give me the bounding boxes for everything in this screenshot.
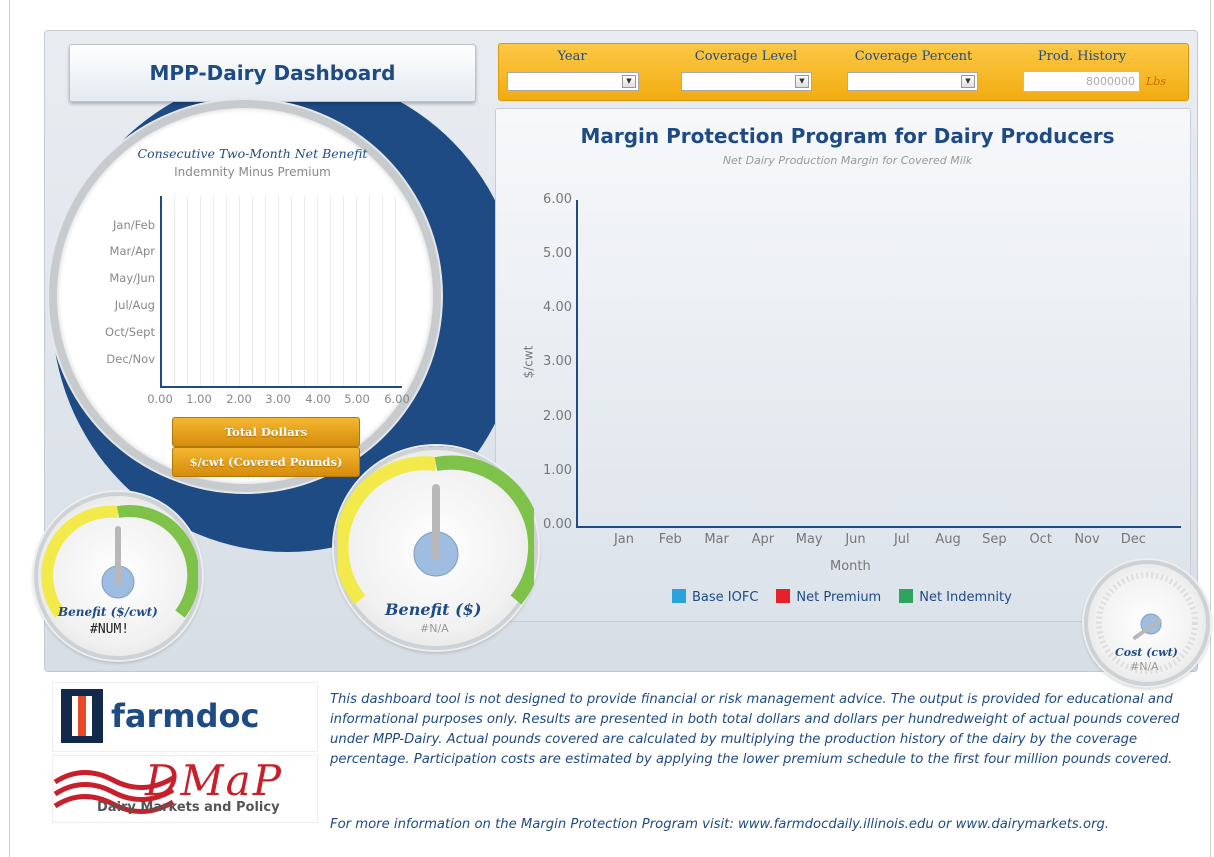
x-axis-label: Month bbox=[830, 559, 871, 574]
dmap-logo-subtitle: Dairy Markets and Policy bbox=[97, 800, 280, 815]
margin-chart-title: Margin Protection Program for Dairy Prod… bbox=[580, 124, 1115, 148]
benefit-dollars-value: #N/A bbox=[420, 622, 449, 635]
legend-label: Base IOFC bbox=[692, 590, 759, 605]
y-category-label: Dec/Nov bbox=[106, 352, 155, 366]
more-info-text: For more information on the Margin Prote… bbox=[330, 817, 1110, 832]
benefit-dollars-gauge bbox=[334, 446, 543, 650]
legend-item: Net Premium bbox=[776, 589, 881, 605]
x-tick-label: Mar bbox=[704, 532, 729, 547]
x-tick-label: 6.00 bbox=[384, 392, 410, 406]
x-tick-label: 1.00 bbox=[186, 392, 212, 406]
legend-swatch bbox=[776, 589, 791, 603]
y-axis-label: $/cwt bbox=[521, 345, 536, 379]
legend-label: Net Indemnity bbox=[919, 590, 1012, 605]
y-category-label: Jul/Aug bbox=[114, 298, 155, 312]
y-tick-label: 6.00 bbox=[543, 192, 572, 207]
y-tick-label: 5.00 bbox=[543, 246, 572, 261]
coverage-percent-label: Coverage Percent bbox=[854, 49, 973, 64]
x-tick-label: Dec bbox=[1120, 532, 1146, 547]
chart-legend: Base IOFC Net Premium Net Indemnity bbox=[672, 589, 1022, 605]
x-tick-label: Oct bbox=[1029, 532, 1052, 547]
x-tick-label: Feb bbox=[658, 532, 682, 547]
dropdown-arrow-icon[interactable]: ▼ bbox=[961, 75, 975, 88]
legend-swatch bbox=[672, 589, 686, 603]
prod-history-label: Prod. History bbox=[1037, 49, 1127, 64]
coverage-level-label: Coverage Level bbox=[694, 49, 798, 64]
per-cwt-button[interactable]: $/cwt (Covered Pounds) bbox=[172, 447, 360, 477]
y-category-label: Jan/Feb bbox=[113, 218, 155, 232]
coverage-level-select[interactable]: ▼ bbox=[681, 72, 812, 91]
x-tick-label: 0.00 bbox=[147, 392, 173, 406]
coverage-percent-select[interactable]: ▼ bbox=[847, 72, 978, 91]
y-tick-label: 2.00 bbox=[543, 409, 572, 424]
dashboard-title-text: MPP-Dairy Dashboard bbox=[149, 61, 396, 85]
x-tick-label: 3.00 bbox=[265, 392, 291, 406]
net-benefit-plot-area bbox=[160, 196, 402, 388]
benefit-cwt-label: Benefit ($/cwt) bbox=[58, 605, 158, 619]
dropdown-arrow-icon[interactable]: ▼ bbox=[795, 75, 809, 88]
x-tick-label: Apr bbox=[751, 532, 775, 547]
legend-item: Base IOFC bbox=[672, 589, 758, 605]
x-tick-label: Jul bbox=[893, 532, 910, 547]
year-label: Year bbox=[557, 49, 587, 64]
y-category-label: Oct/Sept bbox=[105, 325, 155, 339]
y-category-label: Mar/Apr bbox=[109, 244, 155, 258]
benefit-cwt-value: #NUM! bbox=[90, 622, 130, 637]
prod-history-input[interactable]: 8000000 bbox=[1023, 71, 1140, 92]
margin-chart-plot-area bbox=[576, 200, 1181, 528]
cost-cwt-label: Cost (cwt) bbox=[1115, 646, 1178, 659]
x-tick-label: Aug bbox=[935, 532, 961, 547]
x-tick-label: 5.00 bbox=[344, 392, 370, 406]
benefit-dollars-label: Benefit ($) bbox=[385, 600, 482, 619]
farmdoc-logo-text: farmdoc bbox=[111, 697, 260, 735]
legend-label: Net Premium bbox=[796, 590, 882, 605]
legend-swatch bbox=[899, 589, 914, 603]
x-tick-label: Jan bbox=[613, 532, 635, 547]
dropdown-arrow-icon[interactable]: ▼ bbox=[622, 75, 636, 88]
x-tick-label: Nov bbox=[1074, 532, 1100, 547]
x-tick-label: 2.00 bbox=[226, 392, 252, 406]
margin-chart-subtitle: Net Dairy Production Margin for Covered … bbox=[722, 154, 973, 167]
x-tick-label: Jun bbox=[845, 532, 866, 547]
legend-item: Net Indemnity bbox=[899, 589, 1012, 605]
net-benefit-chart-title: Consecutive Two-Month Net Benefit bbox=[137, 146, 368, 161]
prod-history-unit: Lbs bbox=[1146, 75, 1166, 88]
y-tick-label: 4.00 bbox=[543, 300, 572, 315]
dashboard-title: MPP-Dairy Dashboard bbox=[69, 44, 476, 102]
x-tick-label: Sep bbox=[982, 532, 1007, 547]
net-benefit-chart-subtitle: Indemnity Minus Premium bbox=[174, 165, 331, 179]
x-tick-label: May bbox=[795, 532, 823, 547]
farmdoc-logo[interactable]: farmdoc bbox=[52, 682, 318, 752]
x-tick-label: 4.00 bbox=[305, 392, 331, 406]
disclaimer-text: This dashboard tool is not designed to p… bbox=[330, 692, 1180, 767]
dmap-logo-text: DMaP bbox=[145, 756, 283, 805]
cost-cwt-value: #N/A bbox=[1130, 660, 1159, 673]
year-select[interactable]: ▼ bbox=[507, 72, 639, 91]
y-category-label: May/Jun bbox=[109, 271, 155, 285]
total-dollars-button[interactable]: Total Dollars bbox=[172, 417, 360, 447]
dmap-logo[interactable]: DMaP Dairy Markets and Policy bbox=[52, 755, 318, 823]
